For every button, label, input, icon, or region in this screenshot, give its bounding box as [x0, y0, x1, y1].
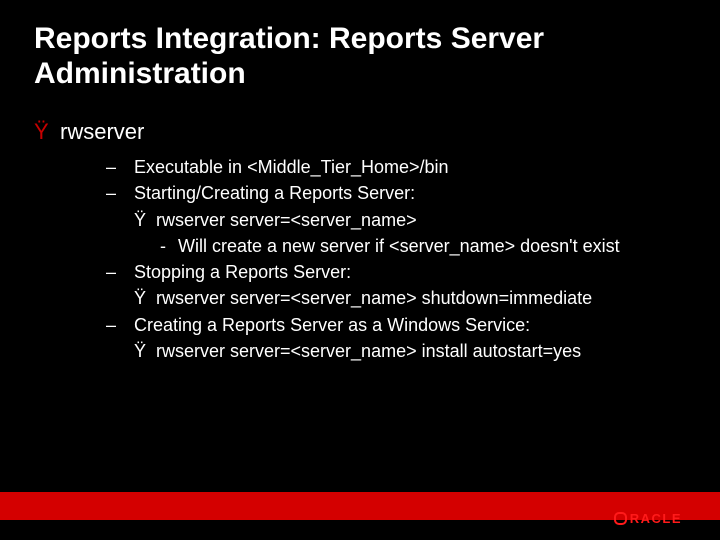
- oracle-logo: RACLE: [614, 511, 682, 526]
- item-text: Stopping a Reports Server:: [134, 262, 351, 282]
- note-text: Will create a new server if <server_name…: [178, 236, 620, 256]
- command-text: rwserver server=<server_name> install au…: [156, 341, 581, 361]
- command-line: Ÿrwserver server=<server_name> install a…: [106, 339, 686, 363]
- heading-text: rwserver: [60, 119, 144, 144]
- slide: Reports Integration: Reports Server Admi…: [0, 0, 720, 540]
- footer-black-bar: RACLE: [0, 520, 720, 540]
- item-text: Creating a Reports Server as a Windows S…: [134, 315, 530, 335]
- list-item: –Stopping a Reports Server:: [106, 260, 686, 284]
- item-text: Executable in <Middle_Tier_Home>/bin: [134, 157, 449, 177]
- footer: RACLE: [0, 492, 720, 540]
- item-text: Starting/Creating a Reports Server:: [134, 183, 415, 203]
- list-item: –Starting/Creating a Reports Server:: [106, 181, 686, 205]
- command-text: rwserver server=<server_name>: [156, 210, 417, 230]
- footer-red-bar: [0, 492, 720, 520]
- note-line: -Will create a new server if <server_nam…: [106, 234, 686, 258]
- bullet-icon: Ÿ: [134, 208, 156, 232]
- slide-title: Reports Integration: Reports Server Admi…: [34, 22, 686, 91]
- dash-icon: –: [106, 181, 134, 205]
- bullet-icon: Ÿ: [134, 339, 156, 363]
- dash-icon: –: [106, 313, 134, 337]
- list-item: –Creating a Reports Server as a Windows …: [106, 313, 686, 337]
- heading-item: Ÿrwserver: [34, 119, 686, 145]
- dash-icon: –: [106, 260, 134, 284]
- hyphen-icon: -: [160, 234, 178, 258]
- command-line: Ÿrwserver server=<server_name> shutdown=…: [106, 286, 686, 310]
- list-item: –Executable in <Middle_Tier_Home>/bin: [106, 155, 686, 179]
- dash-icon: –: [106, 155, 134, 179]
- oracle-o-icon: [614, 512, 627, 525]
- command-line: Ÿrwserver server=<server_name>: [106, 208, 686, 232]
- sub-list: –Executable in <Middle_Tier_Home>/bin –S…: [34, 155, 686, 363]
- bullet-icon: Ÿ: [134, 286, 156, 310]
- bullet-icon: Ÿ: [34, 119, 60, 145]
- oracle-logo-text: RACLE: [630, 511, 682, 526]
- command-text: rwserver server=<server_name> shutdown=i…: [156, 288, 592, 308]
